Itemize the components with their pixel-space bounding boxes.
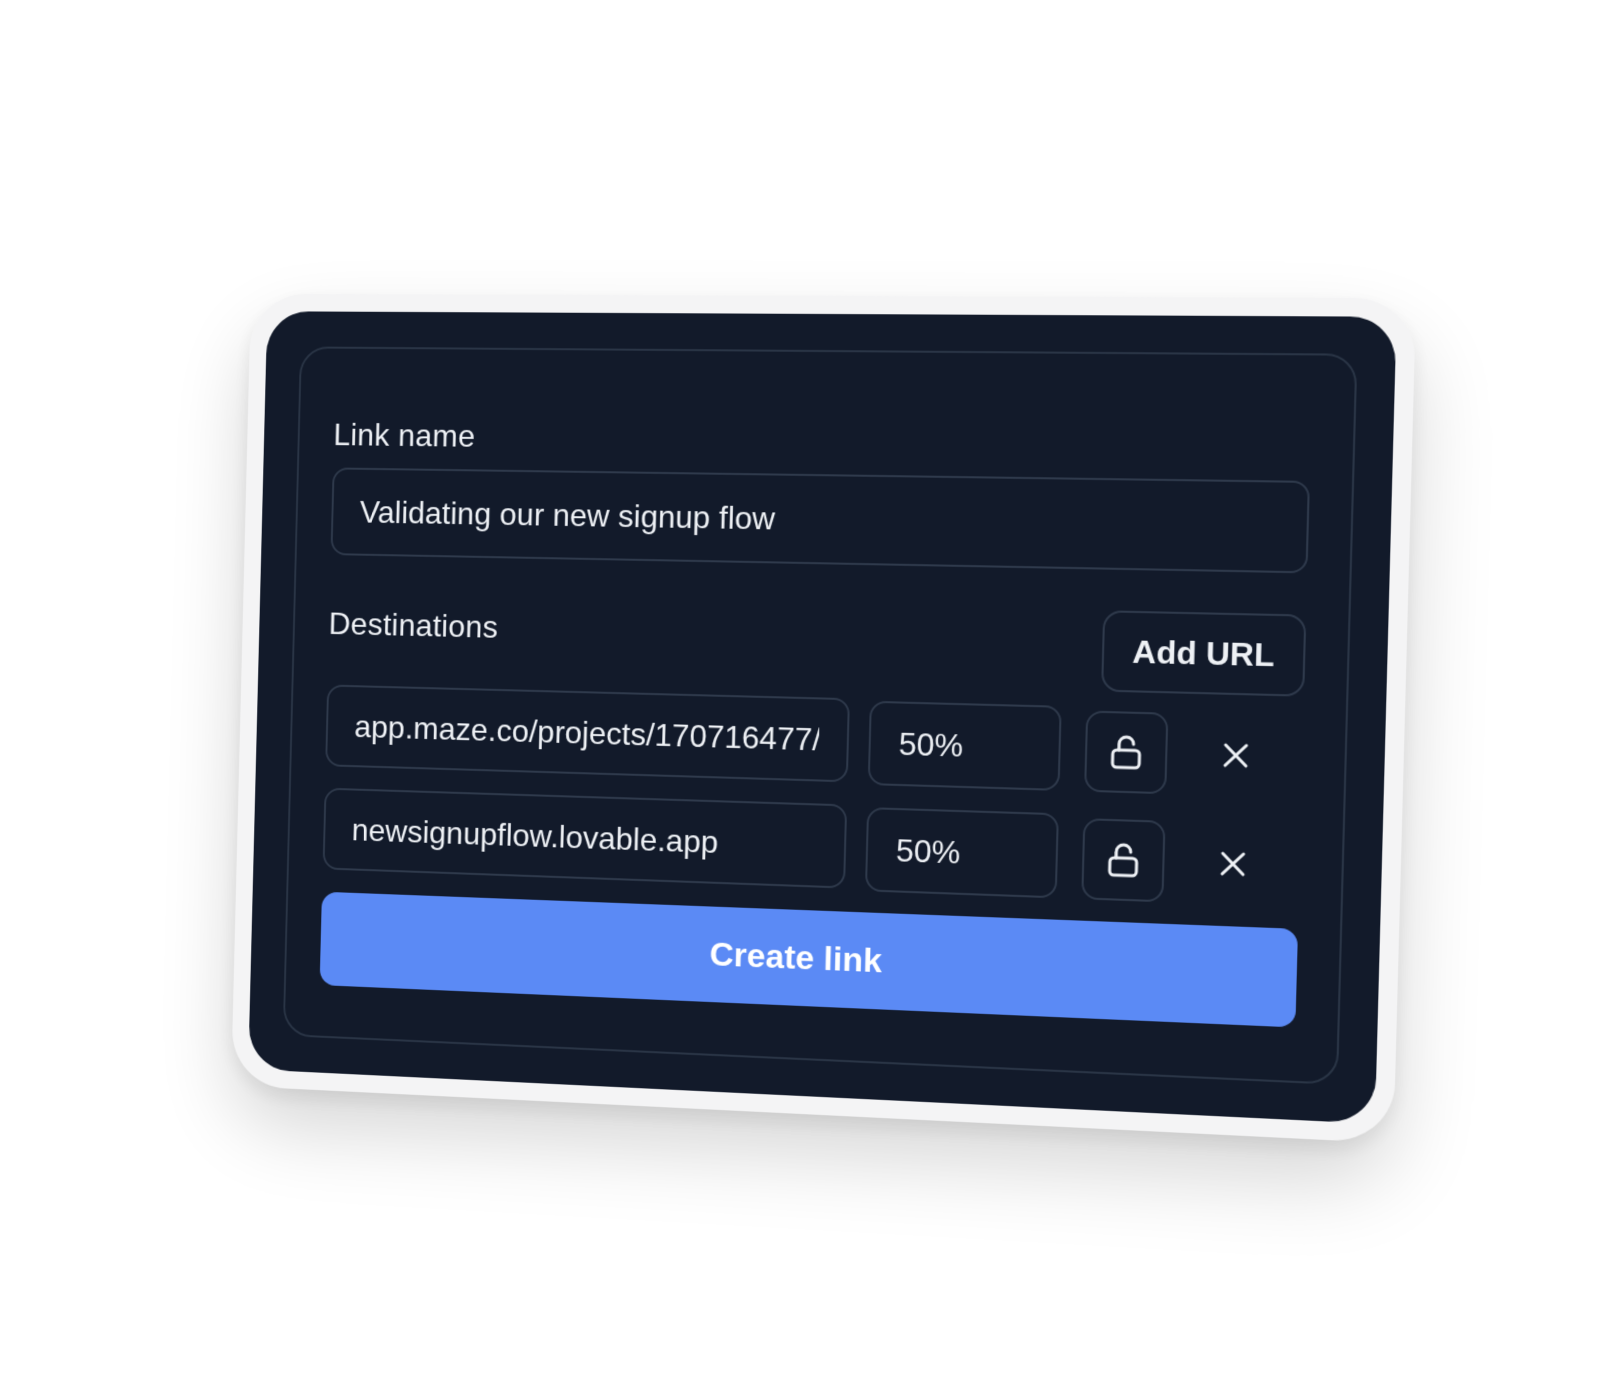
remove-destination-button[interactable] [1193, 713, 1278, 797]
destination-weight-value: 50% [895, 831, 961, 871]
link-form-card: Link name Validating our new signup flow… [248, 311, 1397, 1124]
destination-row: app.maze.co/projects/170716477/maze/sign… [325, 684, 1304, 796]
destination-row: newsignupflow.lovable.app 50% [322, 787, 1301, 907]
create-link-button[interactable]: Create link [319, 891, 1299, 1028]
destination-url-value: newsignupflow.lovable.app [351, 811, 719, 860]
destination-url-input[interactable]: app.maze.co/projects/170716477/maze/sign… [325, 684, 850, 783]
destination-url-value: app.maze.co/projects/170716477/maze/sign… [353, 708, 820, 758]
lock-toggle-button[interactable] [1084, 710, 1169, 795]
unlock-icon [1102, 839, 1144, 881]
remove-destination-button[interactable] [1190, 822, 1275, 907]
stage: Link name Validating our new signup flow… [0, 0, 1616, 1400]
close-icon [1220, 740, 1252, 772]
link-name-label: Link name [333, 416, 476, 454]
card-frame: Link name Validating our new signup flow… [231, 293, 1417, 1144]
form-panel: Link name Validating our new signup flow… [282, 346, 1358, 1085]
link-name-value: Validating our new signup flow [359, 493, 776, 536]
link-name-input[interactable]: Validating our new signup flow [330, 467, 1310, 574]
destinations-label: Destinations [328, 605, 499, 645]
destination-weight-input[interactable]: 50% [864, 807, 1059, 899]
add-url-button[interactable]: Add URL [1101, 610, 1307, 697]
destination-weight-input[interactable]: 50% [867, 700, 1062, 791]
destination-url-input[interactable]: newsignupflow.lovable.app [322, 787, 848, 889]
destination-weight-value: 50% [898, 725, 964, 764]
close-icon [1217, 848, 1249, 880]
lock-toggle-button[interactable] [1081, 818, 1166, 903]
unlock-icon [1105, 731, 1147, 773]
